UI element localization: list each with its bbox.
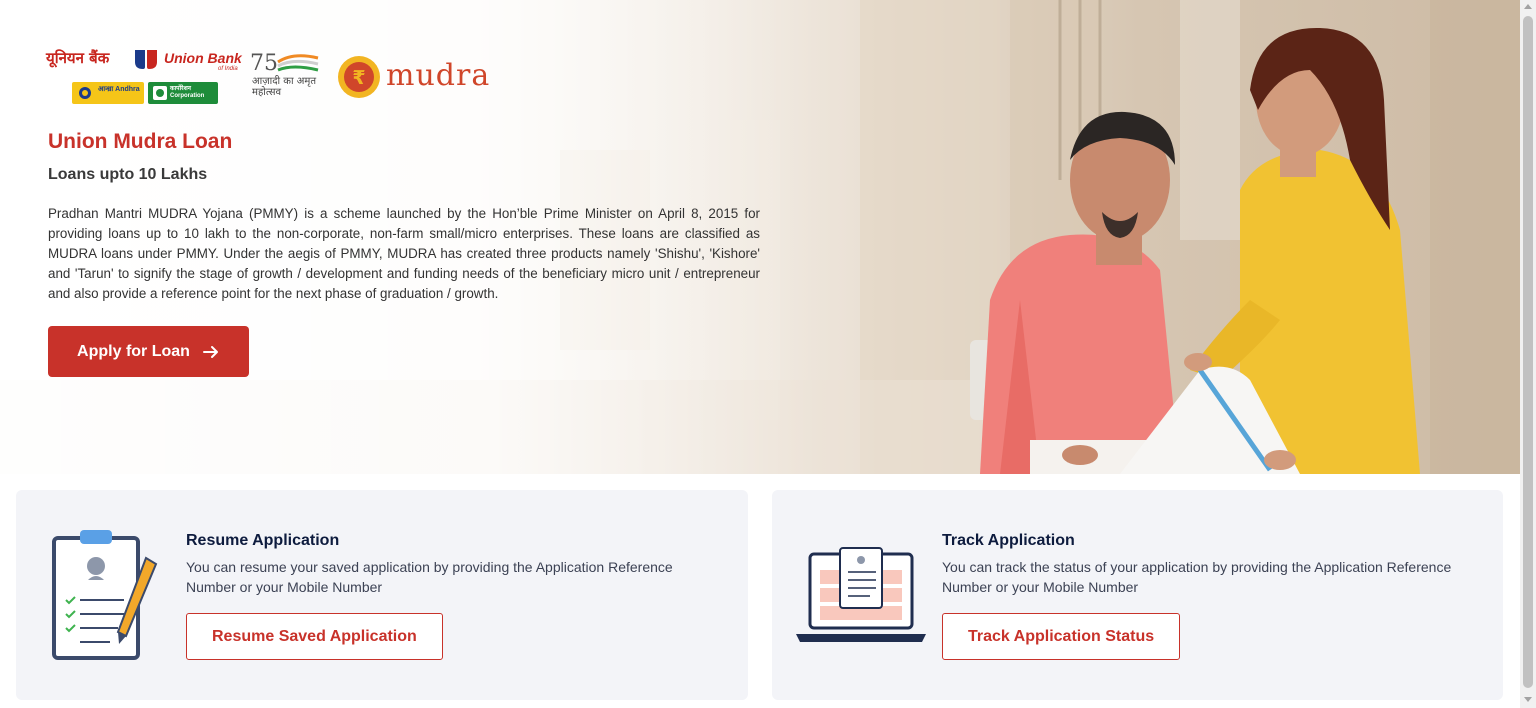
scrollbar-thumb[interactable] [1523, 16, 1533, 688]
mudra-rupee-icon: ₹ [338, 56, 380, 98]
arrow-right-icon [202, 345, 218, 358]
scroll-down-arrow-icon[interactable] [1524, 697, 1532, 702]
track-application-card: Track Application You can track the stat… [772, 490, 1503, 700]
laptop-document-icon [796, 547, 926, 642]
scheme-description: Pradhan Mantri MUDRA Yojana (PMMY) is a … [48, 206, 760, 301]
union-bank-english-logo: Union Bank [164, 50, 242, 66]
andhra-label: आन्ध्रा Andhra [98, 86, 140, 93]
azadi-75-icon: 75 [250, 51, 319, 76]
scroll-up-arrow-icon[interactable] [1524, 4, 1532, 9]
brand-logos: यूनियन बैंक Union Bank of India आन्ध्रा … [46, 44, 506, 108]
clipboard-checklist-icon [52, 530, 158, 660]
union-bank-subtitle: of India [218, 66, 238, 72]
azadi-text: आज़ादी का अमृत महोत्सव [252, 76, 317, 98]
svg-text:₹: ₹ [352, 67, 365, 89]
page-scrollbar[interactable] [1520, 0, 1536, 708]
apply-for-loan-button[interactable]: Apply for Loan [48, 326, 249, 377]
apply-for-loan-label: Apply for Loan [77, 342, 190, 360]
page-title: Union Mudra Loan [48, 130, 233, 153]
resume-saved-application-button[interactable]: Resume Saved Application [186, 613, 443, 660]
hero-banner: यूनियन बैंक Union Bank of India आन्ध्रा … [0, 0, 1520, 474]
corporation-label: कार्पोरेशन Corporation [170, 86, 205, 99]
mudra-wordmark: mudra [386, 58, 491, 93]
svg-text:75: 75 [250, 51, 278, 76]
corporation-emblem-icon [153, 86, 167, 100]
resume-card-title: Resume Application [186, 532, 340, 549]
track-application-status-button[interactable]: Track Application Status [942, 613, 1181, 660]
union-bank-logo-icon [135, 50, 157, 69]
union-bank-hindi-logo: यूनियन बैंक [46, 49, 110, 67]
corporation-bank-logo: कार्पोरेशन Corporation [148, 82, 218, 104]
andhra-emblem-icon [79, 87, 91, 99]
andhra-bank-logo: आन्ध्रा Andhra [72, 82, 144, 104]
resume-application-card: Resume Application You can resume your s… [16, 490, 748, 700]
page-subtitle: Loans upto 10 Lakhs [48, 166, 208, 183]
resume-card-description: You can resume your saved application by… [186, 559, 673, 595]
azadi-ka-amrit-mahotsav-logo: 75 आज़ादी का अमृत महोत्सव [248, 48, 326, 104]
hero-photo [780, 0, 1520, 474]
track-card-title: Track Application [942, 532, 1075, 549]
track-card-description: You can track the status of your applica… [942, 559, 1452, 595]
